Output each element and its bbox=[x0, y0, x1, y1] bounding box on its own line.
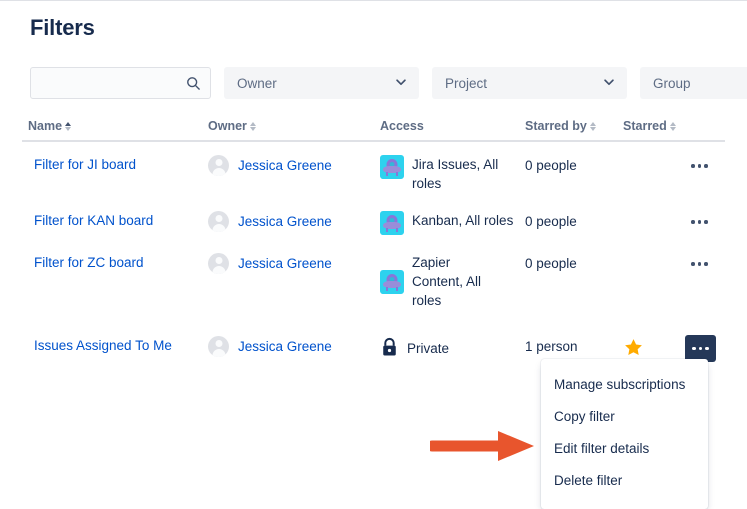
chevron-down-icon bbox=[394, 75, 408, 92]
owner-name-link[interactable]: Jessica Greene bbox=[238, 155, 332, 176]
row-name-cell: Filter for ZC board bbox=[22, 253, 208, 273]
sort-icon[interactable] bbox=[249, 121, 256, 131]
annotation-arrow-icon bbox=[426, 429, 540, 468]
table-row: Filter for KAN board Jessica Greene Kanb… bbox=[22, 198, 725, 240]
person-avatar-icon bbox=[208, 211, 229, 232]
row-starred-by-cell: 1 person bbox=[525, 336, 623, 357]
lock-icon bbox=[380, 337, 399, 361]
row-more-actions-button[interactable] bbox=[685, 335, 716, 362]
person-avatar-icon bbox=[208, 253, 229, 274]
sort-ascending-icon[interactable] bbox=[65, 121, 72, 131]
row-more-actions-button[interactable] bbox=[685, 210, 714, 234]
search-icon[interactable] bbox=[186, 76, 201, 91]
group-filter-dropdown[interactable]: Group bbox=[640, 67, 747, 99]
row-access-cell: Private bbox=[380, 336, 525, 361]
row-starred-by-cell: 0 people bbox=[525, 253, 623, 274]
column-header-name[interactable]: Name bbox=[22, 119, 208, 133]
column-header-label: Starred by bbox=[525, 119, 587, 133]
page-title: Filters bbox=[30, 15, 95, 40]
search-input[interactable] bbox=[41, 75, 186, 91]
owner-name-link[interactable]: Jessica Greene bbox=[238, 211, 332, 232]
filter-name-link[interactable]: Filter for KAN board bbox=[28, 211, 153, 231]
row-actions-cell bbox=[685, 253, 725, 276]
project-filter-label: Project bbox=[445, 75, 488, 91]
table-header-row: Name Owner Access Starred by Starred bbox=[22, 119, 725, 142]
row-owner-cell: Jessica Greene bbox=[208, 253, 380, 274]
table-row: Filter for JI board Jessica Greene Jira … bbox=[22, 142, 725, 198]
column-header-starred[interactable]: Starred bbox=[623, 119, 685, 133]
row-starred-by-cell: 0 people bbox=[525, 211, 623, 232]
row-owner-cell: Jessica Greene bbox=[208, 155, 380, 176]
starred-by-count: 0 people bbox=[525, 256, 577, 271]
menu-item-delete-filter[interactable]: Delete filter bbox=[541, 465, 708, 497]
filter-bar: Owner Project Group bbox=[30, 67, 747, 99]
access-label: Private bbox=[407, 341, 450, 356]
access-label: Kanban, All roles bbox=[412, 213, 514, 228]
project-avatar-icon bbox=[380, 155, 404, 179]
row-more-actions-button[interactable] bbox=[685, 154, 714, 178]
column-header-label: Starred bbox=[623, 119, 667, 133]
column-header-starred-by[interactable]: Starred by bbox=[525, 119, 623, 133]
starred-by-count: 0 people bbox=[525, 214, 577, 229]
filters-table: Name Owner Access Starred by Starred Fil… bbox=[22, 119, 725, 367]
row-starred-cell bbox=[623, 336, 685, 361]
row-access-cell: Jira Issues, All roles bbox=[380, 155, 525, 193]
sort-icon[interactable] bbox=[669, 121, 676, 131]
filters-page: Filters Owner Project Group Name Owner A… bbox=[0, 0, 747, 509]
chevron-down-icon bbox=[602, 75, 616, 92]
person-avatar-icon bbox=[208, 336, 229, 357]
owner-name-link[interactable]: Jessica Greene bbox=[238, 253, 332, 274]
person-avatar-icon bbox=[208, 155, 229, 176]
row-name-cell: Issues Assigned To Me bbox=[22, 336, 208, 356]
star-filled-icon[interactable] bbox=[623, 337, 644, 361]
row-owner-cell: Jessica Greene bbox=[208, 211, 380, 232]
column-header-access: Access bbox=[380, 119, 525, 133]
table-row: Filter for ZC board Jessica Greene Zapie… bbox=[22, 240, 725, 315]
project-avatar-icon bbox=[380, 270, 404, 294]
row-actions-context-menu: Manage subscriptions Copy filter Edit fi… bbox=[541, 359, 708, 509]
row-more-actions-button[interactable] bbox=[685, 252, 714, 276]
column-header-label: Name bbox=[28, 119, 63, 133]
row-actions-cell bbox=[685, 155, 725, 178]
project-avatar-icon bbox=[380, 211, 404, 235]
search-box[interactable] bbox=[30, 67, 211, 99]
filter-name-link[interactable]: Filter for JI board bbox=[28, 155, 136, 175]
column-header-label: Access bbox=[380, 119, 424, 133]
row-starred-by-cell: 0 people bbox=[525, 155, 623, 176]
filter-name-link[interactable]: Filter for ZC board bbox=[28, 253, 144, 273]
owner-name-link[interactable]: Jessica Greene bbox=[238, 336, 332, 357]
sort-icon[interactable] bbox=[589, 121, 596, 131]
owner-filter-dropdown[interactable]: Owner bbox=[224, 67, 419, 99]
row-actions-cell bbox=[685, 211, 725, 234]
access-label: Jira Issues, All roles bbox=[412, 157, 499, 191]
starred-by-count: 0 people bbox=[525, 158, 577, 173]
project-filter-dropdown[interactable]: Project bbox=[432, 67, 627, 99]
row-access-cell: Zapier Content, All roles bbox=[380, 253, 525, 310]
menu-item-edit-filter-details[interactable]: Edit filter details bbox=[541, 433, 708, 465]
owner-filter-label: Owner bbox=[237, 75, 277, 91]
menu-item-manage-subscriptions[interactable]: Manage subscriptions bbox=[541, 369, 708, 401]
menu-item-copy-filter[interactable]: Copy filter bbox=[541, 401, 708, 433]
row-owner-cell: Jessica Greene bbox=[208, 336, 380, 357]
starred-by-count: 1 person bbox=[525, 339, 578, 354]
filter-name-link[interactable]: Issues Assigned To Me bbox=[28, 336, 172, 356]
column-header-label: Owner bbox=[208, 119, 247, 133]
row-name-cell: Filter for JI board bbox=[22, 155, 208, 175]
group-filter-label: Group bbox=[653, 75, 691, 91]
row-access-cell: Kanban, All roles bbox=[380, 211, 525, 235]
row-name-cell: Filter for KAN board bbox=[22, 211, 208, 231]
column-header-owner[interactable]: Owner bbox=[208, 119, 380, 133]
access-label: Zapier Content, All roles bbox=[412, 255, 482, 308]
